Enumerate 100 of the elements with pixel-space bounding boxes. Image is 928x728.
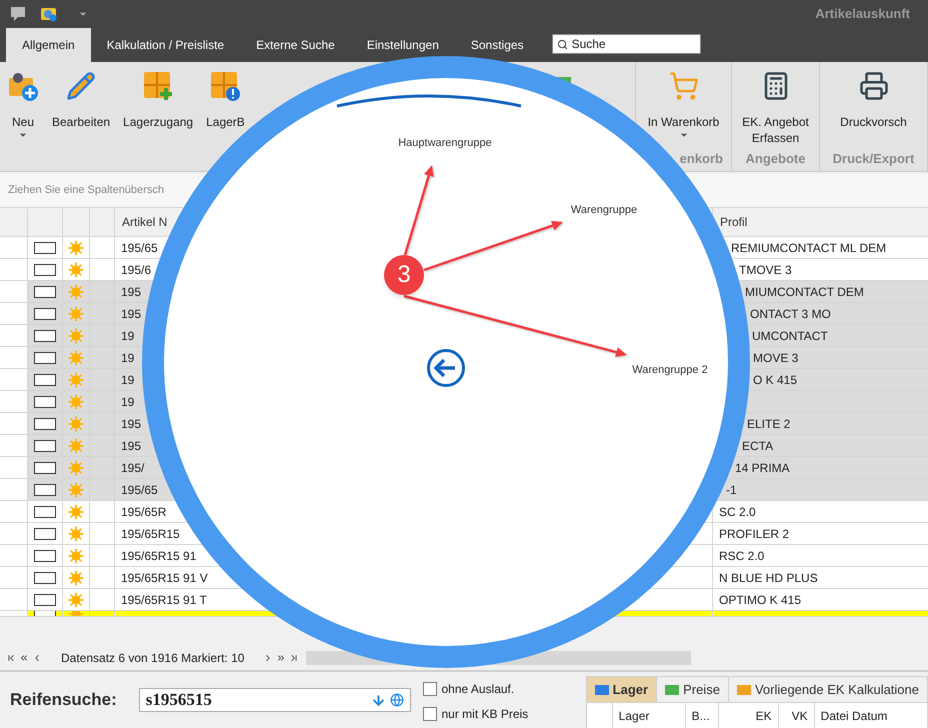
menu-option[interactable]: Warengruppe bbox=[570, 203, 638, 217]
checkbox[interactable] bbox=[34, 242, 56, 254]
sun-icon bbox=[68, 438, 84, 454]
sun-icon bbox=[68, 372, 84, 388]
chat-icon[interactable] bbox=[10, 6, 28, 22]
sun-icon bbox=[68, 526, 84, 542]
table-cell-text: 195/65R15 91 bbox=[121, 548, 196, 564]
column-header[interactable]: VK bbox=[778, 703, 815, 728]
last-record-icon[interactable] bbox=[289, 653, 300, 663]
box-alert-icon bbox=[209, 70, 242, 102]
table-cell-text: TMOVE 3 bbox=[739, 262, 792, 278]
previous-page-icon[interactable] bbox=[19, 653, 29, 663]
record-status: Datensatz 6 von 1916 Markiert: 10 bbox=[61, 650, 244, 667]
checkbox-label: nur mit KB Preis bbox=[441, 706, 528, 723]
table-cell-text: ECTA bbox=[742, 438, 774, 454]
detail-tab[interactable]: Preise bbox=[657, 677, 729, 702]
table-cell-text: OPTIMO K 415 bbox=[719, 592, 802, 608]
menu-option[interactable]: Hauptwarengruppe bbox=[398, 136, 492, 150]
table-cell-text: 19 bbox=[121, 372, 134, 388]
table-cell-text: ELITE 2 bbox=[747, 416, 790, 432]
tire-search-field[interactable]: s1956515 bbox=[138, 688, 411, 712]
table-cell-text: 14 PRIMA bbox=[735, 460, 790, 476]
sun-icon bbox=[68, 460, 84, 476]
ribbon-button[interactable]: Neu bbox=[2, 62, 44, 149]
detail-tab[interactable]: Lager bbox=[586, 677, 658, 702]
first-record-icon[interactable] bbox=[6, 653, 16, 663]
checkbox[interactable] bbox=[34, 418, 56, 430]
checkbox[interactable] bbox=[34, 550, 56, 562]
ribbon-button[interactable]: Bearbeiten bbox=[47, 62, 116, 149]
checkbox[interactable] bbox=[34, 308, 56, 320]
search-label: Reifensuche: bbox=[10, 689, 117, 712]
search-icon bbox=[556, 38, 568, 50]
ribbon-tab[interactable]: Einstellungen bbox=[350, 28, 455, 62]
table-cell-text: PROFILER 2 bbox=[719, 526, 790, 542]
table-cell-text: 195/65R15 91 T bbox=[121, 592, 207, 608]
ribbon-button[interactable]: EK. Angebot Erfassen bbox=[732, 62, 819, 149]
menu-option[interactable]: Warengruppe 2 bbox=[630, 363, 710, 377]
window-title: Artikelauskunft bbox=[815, 5, 911, 24]
group-panel-hint: Ziehen Sie eine Spaltenübersch bbox=[8, 183, 164, 198]
table-cell-text: 195/65R bbox=[121, 504, 166, 520]
sun-icon bbox=[68, 306, 84, 322]
folder-plus-icon bbox=[7, 70, 39, 102]
tire-search-input[interactable]: s1956515 bbox=[146, 687, 371, 713]
checkbox[interactable] bbox=[34, 352, 56, 364]
arrow-down-icon[interactable] bbox=[370, 692, 386, 708]
checkbox[interactable] bbox=[423, 682, 438, 696]
table-cell-text: 195/65R15 91 V bbox=[121, 570, 208, 586]
checkbox[interactable] bbox=[34, 462, 56, 474]
table-cell-text: MOVE 3 bbox=[753, 350, 798, 366]
table-cell-text: 19 bbox=[121, 394, 134, 410]
checkbox[interactable] bbox=[34, 484, 56, 496]
table-cell-text: 195/65 bbox=[121, 482, 158, 498]
sun-icon bbox=[68, 548, 84, 564]
table-cell-text: MIUMCONTACT DEM bbox=[745, 284, 864, 300]
sun-icon bbox=[68, 482, 84, 498]
column-header[interactable]: B... bbox=[686, 703, 719, 728]
checkbox[interactable] bbox=[34, 572, 56, 584]
ribbon-tab[interactable]: Allgemein bbox=[6, 28, 91, 62]
checkbox[interactable] bbox=[34, 396, 56, 408]
ribbon-tab[interactable]: Sonstiges bbox=[454, 28, 540, 62]
sun-icon bbox=[68, 504, 84, 520]
detail-tab[interactable]: Vorliegende EK Kalkulatione bbox=[728, 677, 928, 702]
checkbox[interactable] bbox=[34, 506, 56, 518]
checkbox-label: ohne Auslauf. bbox=[441, 681, 514, 698]
sun-icon bbox=[68, 262, 84, 278]
group-label: enkorb bbox=[678, 150, 724, 168]
checkbox[interactable] bbox=[34, 594, 56, 606]
column-header[interactable]: Datei Datum bbox=[814, 703, 928, 728]
table-cell-text: UMCONTACT bbox=[752, 328, 828, 344]
column-header[interactable]: EK bbox=[718, 703, 779, 728]
table-cell-text: -1 bbox=[726, 482, 737, 498]
table-cell-text: 19 bbox=[121, 328, 134, 344]
ribbon-tab[interactable]: Externe Suche bbox=[240, 28, 351, 62]
sun-icon bbox=[68, 570, 84, 586]
ribbon-button[interactable]: Druckvorsch bbox=[835, 62, 912, 149]
count-badge: 3 bbox=[384, 255, 424, 295]
checkbox[interactable] bbox=[34, 330, 56, 342]
box-plus-icon bbox=[142, 70, 174, 102]
globe-plus-icon[interactable] bbox=[40, 6, 58, 22]
pencil-icon bbox=[66, 71, 96, 101]
sun-icon bbox=[68, 592, 84, 608]
checkbox[interactable] bbox=[34, 440, 56, 452]
column-header[interactable]: Lager bbox=[612, 703, 686, 728]
next-page-icon[interactable] bbox=[276, 653, 286, 663]
table-cell-text: REMIUMCONTACT ML DEM bbox=[731, 240, 886, 256]
checkbox[interactable] bbox=[34, 286, 56, 298]
globe-icon[interactable] bbox=[390, 693, 404, 707]
ribbon-tab[interactable]: Kalkulation / Preisliste bbox=[90, 28, 240, 62]
search-field[interactable]: Suche bbox=[552, 34, 701, 54]
search-input[interactable]: Suche bbox=[572, 35, 692, 53]
ribbon-button[interactable]: In Warenkorb bbox=[642, 62, 724, 149]
checkbox[interactable] bbox=[34, 374, 56, 386]
back-icon[interactable] bbox=[426, 348, 466, 388]
ribbon-button[interactable]: Lagerzugang bbox=[118, 62, 198, 149]
table-cell-text: 195 bbox=[121, 306, 142, 322]
checkbox[interactable] bbox=[423, 707, 438, 721]
group-label: Angebote bbox=[744, 150, 806, 168]
cart-icon bbox=[668, 71, 698, 101]
checkbox[interactable] bbox=[34, 264, 56, 276]
checkbox[interactable] bbox=[34, 528, 56, 540]
